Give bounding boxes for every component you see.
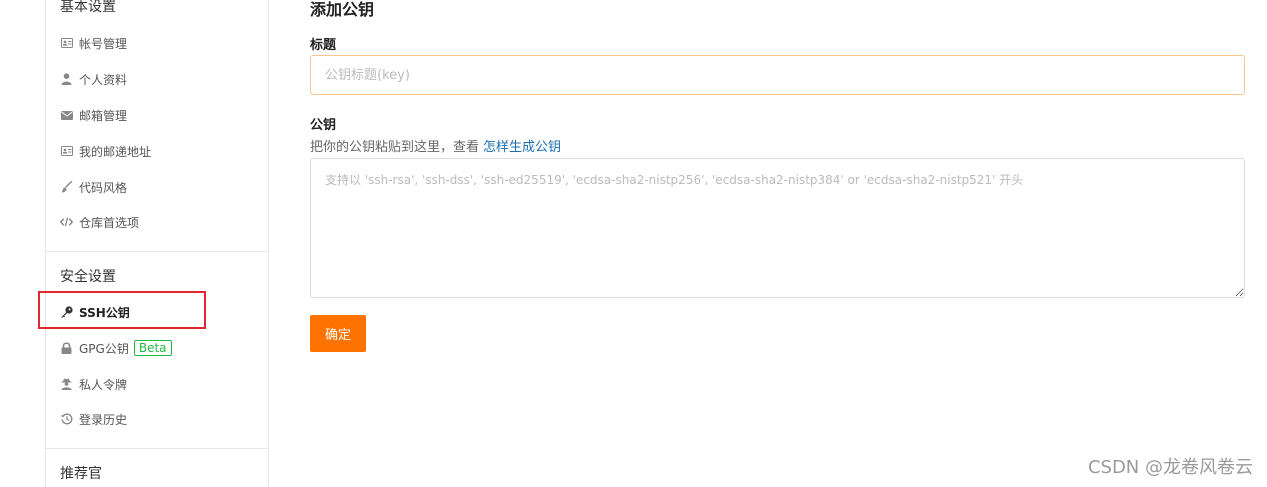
sidebar-item-label: 仓库首选项 [79,215,140,230]
sidebar-item-label: 我的邮递地址 [79,144,152,159]
sidebar-item-repo-preferences[interactable]: 仓库首选项 [60,211,139,233]
section-title-referral: 推荐官 [60,466,102,482]
envelope-icon [60,109,73,122]
sidebar-item-account[interactable]: 帐号管理 [60,32,127,54]
brush-icon [60,181,73,194]
public-key-textarea[interactable] [310,158,1245,298]
sidebar-item-label: 帐号管理 [79,36,128,51]
sidebar-item-label: 登录历史 [79,412,128,427]
sidebar-item-login-history[interactable]: 登录历史 [60,408,127,430]
sidebar-item-ssh-keys[interactable]: SSH公钥 [60,301,130,323]
sidebar-item-email[interactable]: 邮箱管理 [60,104,127,126]
settings-sidebar: 基本设置 帐号管理 个人资料 邮箱管理 我的邮递地址 代码风格 仓库首选项 安全… [45,0,269,487]
key-field-label: 公钥 [310,118,337,133]
lock-icon [60,342,73,355]
key-title-input[interactable] [310,55,1245,95]
watermark: CSDN @龙卷风卷云 [1087,457,1253,478]
address-card-icon [60,145,73,158]
sidebar-item-profile[interactable]: 个人资料 [60,68,127,90]
sidebar-item-gpg-keys[interactable]: GPG公钥 Beta [60,337,172,359]
sidebar-item-mailing-address[interactable]: 我的邮递地址 [60,140,151,162]
section-divider [46,448,269,449]
key-hint: 把你的公钥粘贴到这里，查看 怎样生成公钥 [310,136,561,155]
section-title-basic: 基本设置 [60,0,116,15]
sidebar-item-label: 代码风格 [79,180,128,195]
title-field-label: 标题 [310,38,337,53]
sidebar-item-code-style[interactable]: 代码风格 [60,176,127,198]
sidebar-item-label: 私人令牌 [79,377,128,392]
sidebar-item-label: 邮箱管理 [79,108,128,123]
beta-badge: Beta [133,340,172,356]
user-secret-icon [60,378,73,391]
code-icon [60,216,73,229]
sidebar-item-label: GPG公钥 [79,341,129,356]
id-card-icon [60,37,73,50]
key-hint-text: 把你的公钥粘贴到这里，查看 [310,140,480,155]
history-icon [60,413,73,426]
page-root: 基本设置 帐号管理 个人资料 邮箱管理 我的邮递地址 代码风格 仓库首选项 安全… [0,0,1267,487]
sidebar-item-private-tokens[interactable]: 私人令牌 [60,373,127,395]
key-icon [60,306,73,319]
confirm-button[interactable]: 确定 [310,315,366,352]
how-to-generate-key-link[interactable]: 怎样生成公钥 [483,140,561,155]
sidebar-item-label: 个人资料 [79,72,128,87]
page-title: 添加公钥 [310,0,375,19]
user-icon [60,73,73,86]
section-divider [46,251,269,252]
sidebar-item-label: SSH公钥 [79,305,130,320]
section-title-security: 安全设置 [60,269,116,285]
